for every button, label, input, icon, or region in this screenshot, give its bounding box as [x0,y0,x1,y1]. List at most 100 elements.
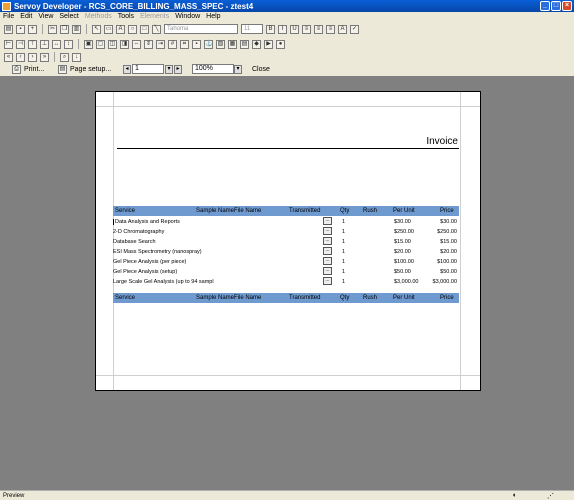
zoom-dropdown-arrow[interactable]: ▾ [234,64,242,74]
title-rule [117,148,459,149]
font-color-icon[interactable]: A [338,24,347,34]
table-row: 2-D Chromatography ... 1 $250.00 $250.00 [113,227,457,235]
ellipse-icon[interactable]: ○ [128,24,137,34]
zoom-select[interactable]: 100% [192,64,234,74]
snap-icon[interactable]: ⌗ [180,39,189,49]
select-pointer-icon[interactable]: ↖ [92,24,101,34]
copy-icon[interactable]: ❐ [60,24,69,34]
transmitted-button[interactable]: ... [323,227,332,235]
prev-page-button[interactable]: ◂ [123,64,131,74]
menu-view[interactable]: View [38,12,53,22]
same-width-icon[interactable]: ⇔ [132,39,141,49]
margin-guide-top [96,106,480,107]
bold-icon[interactable]: B [266,24,275,34]
label-icon[interactable]: A [116,24,125,34]
page-setup-icon: ▤ [58,64,67,74]
center-vert-icon[interactable]: ↕ [64,39,73,49]
maximize-button[interactable]: □ [551,1,561,11]
printer-icon: ⎙ [12,64,21,74]
font-name-select[interactable]: Tahoma [164,24,238,34]
field-icon[interactable]: ▭ [104,24,113,34]
window-title: Servoy Developer - RCS_CORE_BILLING_MASS… [14,1,254,11]
col-sample-name: Sample Name [196,208,235,214]
close-window-button[interactable]: × [562,1,572,11]
invoice-title: Invoice [426,136,458,147]
run-icon[interactable]: ▶ [264,39,273,49]
align-right-icon[interactable]: ≡ [326,24,335,34]
transmitted-button[interactable]: ... [323,237,332,245]
resize-grip-icon[interactable]: ⋰ [547,492,554,500]
italic-icon[interactable]: I [278,24,287,34]
group-icon[interactable]: ◫ [108,39,117,49]
send-back-icon[interactable]: ▢ [96,39,105,49]
transmitted-button[interactable]: ... [323,267,332,275]
col-service: Service [115,208,136,214]
image-icon[interactable]: ▧ [216,39,225,49]
col-transmitted: Transmitted [289,208,321,214]
menu-methods[interactable]: Methods [85,12,112,22]
menu-edit[interactable]: Edit [20,12,32,22]
save-icon[interactable]: ▪ [16,24,25,34]
sort-icon[interactable]: ↓ [72,52,81,62]
ungroup-icon[interactable]: ◨ [120,39,129,49]
table-row: Gel Piece Analysis (setup) ... 1 $50.00 … [113,267,457,275]
align-left-edges-icon[interactable]: ⊢ [4,39,13,49]
grid-icon[interactable]: # [168,39,177,49]
minimize-button[interactable]: _ [540,1,550,11]
find-icon[interactable]: ⌕ [60,52,69,62]
menu-file[interactable]: File [3,12,14,22]
align-center-icon[interactable]: ≡ [314,24,323,34]
align-bottom-edges-icon[interactable]: ⊥ [40,39,49,49]
col-qty: Qty [340,208,350,214]
debug-icon[interactable]: ● [276,39,285,49]
table-header: Service Sample Name File Name Transmitte… [113,206,459,216]
col-price: Price [440,208,454,214]
open-icon[interactable]: ▤ [4,24,13,34]
menu-window[interactable]: Window [175,12,200,22]
page-number-field[interactable]: 1 [132,64,164,74]
page-setup-button[interactable]: Page setup... [70,66,111,73]
close-preview-button[interactable]: Close [252,66,270,73]
report-page: Invoice Service Sample Name File Name Tr… [95,91,481,391]
print-preview-bar: ⎙ Print... ▤ Page setup... ◂ 1 ▾ ▸ 100% … [0,62,574,76]
spell-check-icon[interactable]: ✓ [350,24,359,34]
tabpanel-icon[interactable]: ▤ [240,39,249,49]
menu-select[interactable]: Select [59,12,78,22]
menu-tools[interactable]: Tools [118,12,134,22]
col-per-unit: Per Unit [393,208,415,214]
status-bar: Preview ◐ ⋰ [0,490,574,500]
nav-last-icon[interactable]: » [40,52,49,62]
title-bar: Servoy Developer - RCS_CORE_BILLING_MASS… [0,0,574,12]
page-dropdown-arrow[interactable]: ▾ [165,64,173,74]
font-size-select[interactable]: 11 [241,24,263,34]
rect-icon[interactable]: □ [140,24,149,34]
new-form-icon[interactable]: + [28,24,37,34]
transmitted-button[interactable]: ... [323,257,332,265]
align-top-edges-icon[interactable]: ⊤ [28,39,37,49]
transmitted-button[interactable]: ... [323,217,332,225]
line-icon[interactable]: ╲ [152,24,161,34]
align-right-edges-icon[interactable]: ⊣ [16,39,25,49]
nav-next-icon[interactable]: › [28,52,37,62]
transmitted-button[interactable]: ... [323,247,332,255]
underline-icon[interactable]: U [290,24,299,34]
same-height-icon[interactable]: ⇕ [144,39,153,49]
nav-first-icon[interactable]: « [4,52,13,62]
print-button[interactable]: Print... [24,66,44,73]
lock-icon[interactable]: ▪ [192,39,201,49]
nav-prev-icon[interactable]: ‹ [16,52,25,62]
tab-sequence-icon[interactable]: ⇥ [156,39,165,49]
bring-front-icon[interactable]: ▣ [84,39,93,49]
portal-icon[interactable]: ▦ [228,39,237,49]
bean-icon[interactable]: ◆ [252,39,261,49]
align-left-icon[interactable]: ≡ [302,24,311,34]
next-page-button[interactable]: ▸ [174,64,182,74]
anchor-icon[interactable]: ⚓ [204,39,213,49]
cut-icon[interactable]: ✂ [48,24,57,34]
transmitted-button[interactable]: ... [323,277,332,285]
paste-icon[interactable]: ▥ [72,24,81,34]
menu-elements[interactable]: Elements [140,12,169,22]
app-icon [2,1,11,11]
menu-help[interactable]: Help [206,12,220,22]
center-horiz-icon[interactable]: ↔ [52,39,61,49]
